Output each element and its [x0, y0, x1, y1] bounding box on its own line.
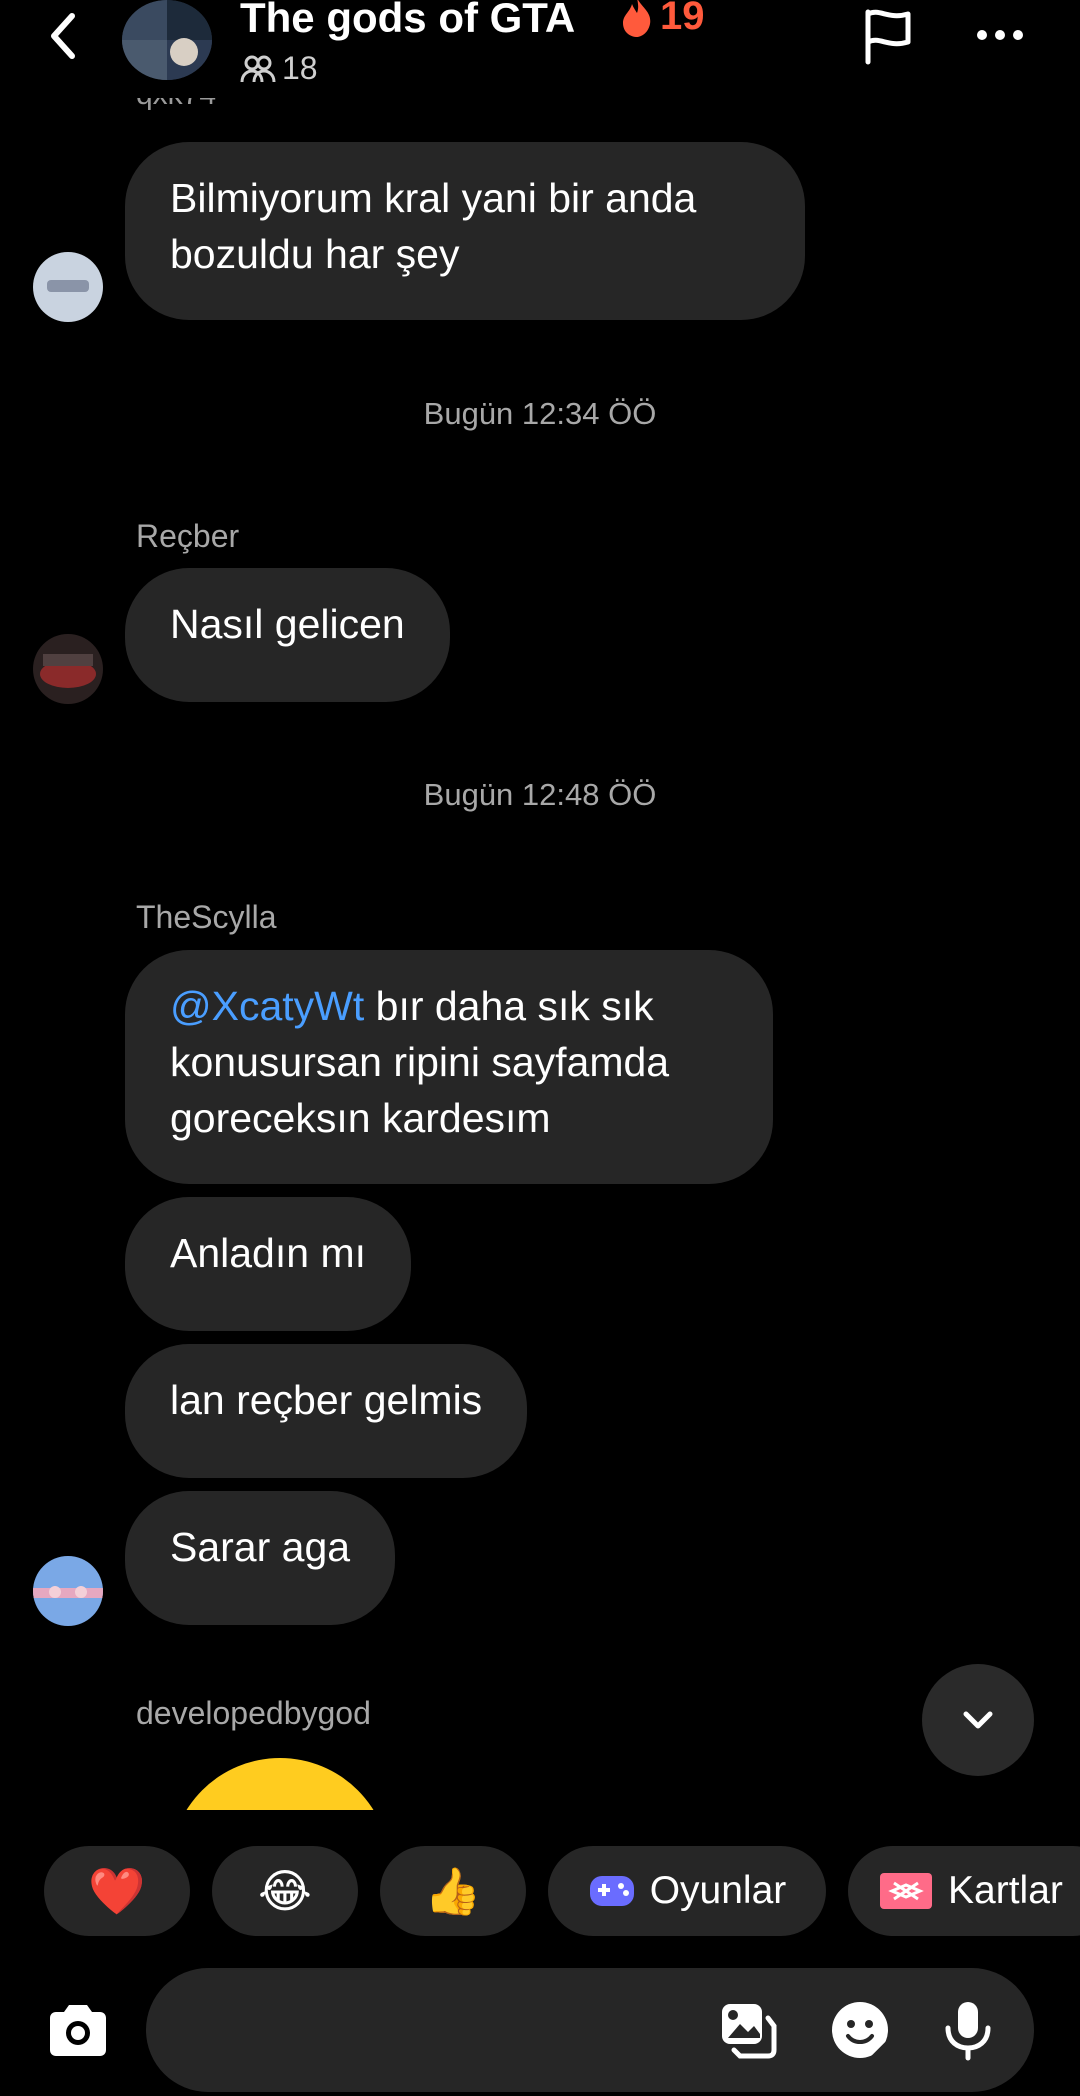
sticker-button[interactable] — [828, 1998, 892, 2062]
sticker-message[interactable] — [170, 1758, 390, 1810]
more-options-button[interactable] — [968, 10, 1032, 60]
chat-header: The gods of GTA 19 18 — [0, 0, 1080, 100]
avatar[interactable] — [33, 1556, 103, 1626]
gallery-icon — [722, 2004, 777, 2059]
dot-icon — [995, 30, 1005, 40]
message-input[interactable] — [186, 1998, 686, 2062]
message-bubble[interactable]: Bilmiyorum kral yani bir anda bozuldu ha… — [125, 142, 805, 320]
timestamp: Bugün 12:48 ÖÖ — [423, 777, 657, 812]
member-count-value: 18 — [282, 50, 318, 86]
sender-name[interactable]: developedbygod — [136, 1695, 371, 1732]
message-bubble[interactable]: lan reçber gelmis — [125, 1344, 528, 1478]
sender-name-partial: qxk74 — [136, 98, 336, 122]
heart-reaction-button[interactable]: ❤️ — [44, 1846, 190, 1936]
member-count[interactable]: 18 — [240, 50, 318, 87]
chevron-down-icon — [963, 1711, 993, 1729]
group-avatar[interactable] — [122, 0, 212, 80]
avatar[interactable] — [33, 252, 103, 322]
dot-icon — [1013, 30, 1023, 40]
report-button[interactable] — [858, 6, 918, 66]
quick-actions-row: ❤️ 😂 👍 Oyunlar Kartlar — [0, 1846, 1080, 1936]
streak-count: 19 — [660, 0, 705, 38]
message-bubble[interactable]: Anladın mı — [125, 1197, 411, 1331]
gamepad-icon — [589, 1876, 634, 1906]
message-bubble[interactable]: Sarar aga — [125, 1491, 396, 1625]
flag-icon — [865, 9, 911, 65]
chevron-left-icon — [51, 13, 75, 59]
back-button[interactable] — [34, 6, 94, 66]
voice-message-button[interactable] — [936, 1998, 1000, 2062]
camera-button[interactable] — [40, 1994, 116, 2070]
heart-icon: ❤️ — [88, 1865, 146, 1917]
message-composer[interactable] — [146, 1968, 1034, 2092]
people-icon — [240, 55, 276, 82]
gift-card-icon — [880, 1873, 932, 1909]
games-label: Oyunlar — [649, 1869, 787, 1912]
cards-label: Kartlar — [948, 1869, 1063, 1912]
streak-indicator: 19 — [620, 0, 705, 39]
games-button[interactable]: Oyunlar — [548, 1846, 826, 1936]
message-line: konusursan ripini sayfamda — [170, 1039, 670, 1085]
laughing-emoji-icon: 😂 — [258, 1865, 312, 1917]
laugh-reaction-button[interactable]: 😂 — [212, 1846, 358, 1936]
cards-button[interactable]: Kartlar — [848, 1846, 1080, 1936]
scroll-to-bottom-button[interactable] — [922, 1664, 1034, 1776]
mention-link[interactable]: @XcatyWt — [170, 983, 364, 1029]
fire-icon — [623, 0, 651, 37]
dot-icon — [977, 30, 987, 40]
message-line: @XcatyWt bır daha sık sık — [170, 983, 654, 1029]
sticker-icon — [832, 2002, 890, 2060]
sender-name[interactable]: Reçber — [136, 518, 239, 555]
chat-title[interactable]: The gods of GTA — [240, 0, 575, 42]
microphone-icon — [945, 2002, 991, 2061]
message-line: goreceksın kardesım — [170, 1095, 551, 1141]
avatar[interactable] — [33, 634, 103, 704]
thumbs-up-icon: 👍 — [424, 1865, 482, 1917]
message-bubble[interactable]: @XcatyWt bır daha sık sık konusursan rip… — [125, 950, 773, 1184]
message-bubble[interactable]: Nasıl gelicen — [125, 568, 450, 702]
camera-icon — [50, 2005, 106, 2056]
gallery-button[interactable] — [716, 1998, 780, 2062]
thumbs-up-reaction-button[interactable]: 👍 — [380, 1846, 526, 1936]
sender-name[interactable]: TheScylla — [136, 899, 277, 936]
timestamp: Bugün 12:34 ÖÖ — [423, 396, 657, 431]
